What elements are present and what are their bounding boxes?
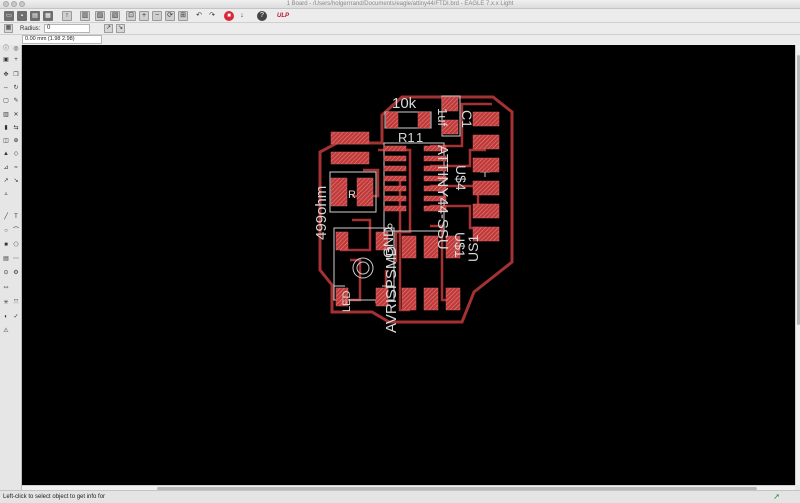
label-led: LED (341, 291, 353, 312)
text-icon[interactable]: T (12, 213, 20, 221)
label-r: R (348, 189, 356, 201)
design-rules-icon[interactable]: ▧ (110, 11, 120, 21)
change-icon[interactable]: ✎ (12, 97, 20, 105)
autorouter-icon[interactable]: ⤧ (12, 299, 20, 307)
run-ulp-icon[interactable]: ULP (273, 11, 293, 21)
polygon-icon[interactable]: ⬠ (12, 241, 20, 249)
delete-icon[interactable]: ✕ (12, 111, 20, 119)
slice-icon[interactable]: ▵ (2, 190, 10, 198)
parameter-toolbar: ▦ Radius: 0 ↗ ↘ (0, 23, 800, 35)
status-message: Left-click to select object to get info … (3, 494, 106, 500)
title-bar: 1 Board - /Users/holgerrrand/Documents/e… (0, 0, 800, 9)
arc-icon[interactable]: ⌒ (12, 227, 20, 235)
replace-icon[interactable]: ◫ (2, 137, 10, 145)
show-icon[interactable]: ◎ (12, 45, 20, 53)
copy-icon[interactable]: ❐ (12, 71, 20, 79)
zoom-select-icon[interactable]: ⊞ (178, 11, 188, 21)
bend-style-icon[interactable]: ↗ (104, 24, 113, 33)
window-title: 1 Board - /Users/holgerrrand/Documents/e… (286, 1, 514, 7)
ripup-icon[interactable]: ↘ (12, 177, 20, 185)
optimize-icon[interactable]: ⊿ (2, 164, 10, 172)
bend-style-alt-icon[interactable]: ↘ (116, 24, 125, 33)
label-10k: 10k (392, 95, 417, 112)
meander-icon[interactable]: ≈ (12, 164, 20, 172)
label-u4: U$4 (453, 165, 469, 191)
stop-icon[interactable]: ■ (224, 11, 234, 21)
status-bar: Left-click to select object to get info … (0, 490, 800, 503)
minimize-window-button[interactable] (11, 1, 17, 7)
label-avrispsmd: AVRISPSMD (383, 246, 400, 333)
go-icon[interactable]: ↓ (237, 11, 247, 21)
info-icon[interactable]: ⓘ (2, 45, 10, 53)
switch-schematic-icon[interactable]: ↑ (62, 11, 72, 21)
rectangle-icon[interactable]: ■ (2, 241, 10, 249)
go-icon[interactable]: ➚ (773, 493, 780, 501)
mark-icon[interactable]: + (12, 56, 20, 64)
ulp-icon[interactable]: ▨ (95, 11, 105, 21)
rotate-icon[interactable]: ↻ (12, 84, 20, 92)
tool-palette: ⓘ ◎ ▣ + ✥ ❐ ⇔ ↻ ▢ ✎ ▥ ✕ ▮ ⇆ ◫ ⊕ ▲ ◇ ⊿ ≈ … (0, 45, 22, 490)
open-file-icon[interactable]: ▭ (4, 11, 14, 21)
erc-icon[interactable]: ◐ (2, 313, 10, 321)
smash-icon[interactable]: ▲ (2, 150, 10, 158)
zoom-out-icon[interactable]: − (152, 11, 162, 21)
add-icon[interactable]: ▮ (2, 124, 10, 132)
pinswap-icon[interactable]: ⇆ (12, 124, 20, 132)
close-window-button[interactable] (3, 1, 9, 7)
save-icon[interactable]: ▪ (17, 11, 27, 21)
zoom-redraw-icon[interactable]: ⟳ (165, 11, 175, 21)
main-toolbar: ▭ ▪ ▤ ▦ ↑ ▥ ▨ ▧ ⊡ + − ⟳ ⊞ ↶ ↷ ■ ↓ ? ULP (0, 9, 800, 23)
cam-processor-icon[interactable]: ▦ (43, 11, 53, 21)
help-icon[interactable]: ? (257, 11, 267, 21)
via-icon[interactable]: ▤ (2, 255, 10, 263)
undo-icon[interactable]: ↶ (194, 11, 204, 21)
pcb-layout[interactable]: 10k 1uf C1 R1 1 ATTINY44-SSU U$4 U$1 499… (22, 45, 795, 485)
mirror-icon[interactable]: ⇔ (2, 84, 10, 92)
radius-input[interactable]: 0 (44, 24, 90, 33)
dimension-icon[interactable]: ⇿ (2, 284, 10, 292)
route-icon[interactable]: ↗ (2, 177, 10, 185)
pad-group (330, 96, 500, 311)
command-line-input[interactable]: 0.00 mm (1.98 2.98) (22, 35, 102, 44)
lock-icon[interactable]: ⊕ (12, 137, 20, 145)
attribute-icon[interactable]: ⚙ (12, 269, 20, 277)
vertical-scrollbar[interactable] (795, 45, 800, 485)
hole-icon[interactable]: ⊙ (2, 269, 10, 277)
drc-icon[interactable]: ✓ (12, 313, 20, 321)
label-us1: US1 (465, 235, 481, 262)
grid-icon[interactable]: ▦ (4, 24, 13, 33)
circle-icon[interactable]: ○ (2, 227, 10, 235)
group-icon[interactable]: ▢ (2, 97, 10, 105)
display-icon[interactable]: ▣ (2, 56, 10, 64)
label-one: 1 (416, 130, 423, 145)
signal-icon[interactable]: ⋯ (12, 255, 20, 263)
label-c1: C1 (459, 110, 475, 128)
paste-icon[interactable]: ▥ (2, 111, 10, 119)
script-icon[interactable]: ▥ (80, 11, 90, 21)
ratsnest-icon[interactable]: ✳ (2, 299, 10, 307)
errors-icon[interactable]: ⚠ (2, 327, 10, 335)
wire-icon[interactable]: ╱ (2, 213, 10, 221)
label-1uf: 1uf (435, 108, 450, 126)
zoom-window-button[interactable] (19, 1, 25, 7)
board-canvas[interactable]: 10k 1uf C1 R1 1 ATTINY44-SSU U$4 U$1 499… (22, 45, 795, 485)
split-icon[interactable]: ◇ (12, 150, 20, 158)
redo-icon[interactable]: ↷ (207, 11, 217, 21)
zoom-fit-icon[interactable]: ⊡ (126, 11, 136, 21)
zoom-in-icon[interactable]: + (139, 11, 149, 21)
label-499ohm: 499ohm (313, 186, 330, 240)
label-attiny44: ATTINY44-SSU (434, 145, 451, 250)
label-r1: R1 (398, 130, 415, 145)
move-icon[interactable]: ✥ (2, 71, 10, 79)
radius-label: Radius: (20, 26, 41, 32)
eagle-board-editor: 1 Board - /Users/holgerrrand/Documents/e… (0, 0, 800, 503)
print-icon[interactable]: ▤ (30, 11, 40, 21)
coordinate-bar: 0.00 mm (1.98 2.98) (0, 35, 800, 45)
